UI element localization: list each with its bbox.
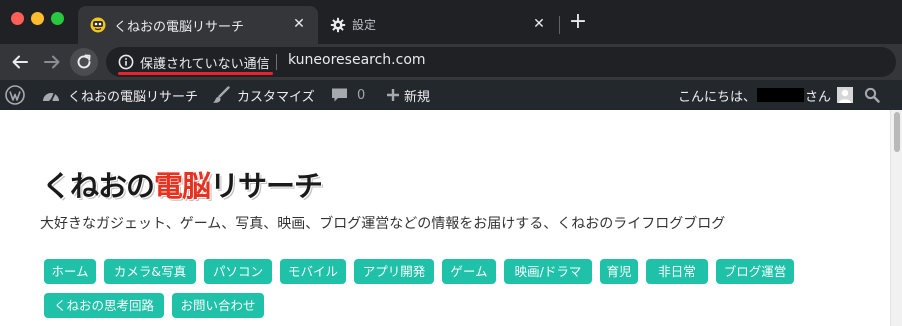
- minimize-window-button[interactable]: [31, 12, 44, 25]
- info-icon[interactable]: [118, 54, 134, 70]
- new-tab-button[interactable]: +: [567, 11, 589, 33]
- comment-icon: [332, 88, 347, 102]
- logo-text-end: リサーチ: [210, 169, 323, 203]
- forward-button[interactable]: [38, 48, 66, 76]
- back-button[interactable]: [6, 48, 34, 76]
- comments-menu[interactable]: 0: [331, 80, 365, 110]
- url-text[interactable]: kuneoresearch.com: [288, 52, 426, 68]
- nav-item-home[interactable]: ホーム: [44, 259, 96, 284]
- site-tagline: 大好きなガジェット、ゲーム、写真、映画、ブログ運営などの情報をお届けする、くねお…: [40, 216, 726, 232]
- plus-icon: [387, 89, 399, 101]
- tab-kuneo-research[interactable]: くねおの電脳リサーチ ✕: [78, 6, 318, 44]
- wordpress-logo-icon: [5, 85, 25, 105]
- customize-label: カスタマイズ: [237, 89, 315, 105]
- dashboard-icon: [43, 93, 59, 103]
- nav-item-thought-circuit[interactable]: くねおの思考回路: [44, 293, 164, 318]
- tab-title: くねおの電脳リサーチ: [114, 20, 245, 35]
- arrow-left-icon: [12, 55, 28, 69]
- customize-menu[interactable]: カスタマイズ: [212, 80, 315, 110]
- site-name-label: くねおの電脳リサーチ: [68, 89, 199, 105]
- highlight-underline: [118, 72, 273, 75]
- site-name-menu[interactable]: くねおの電脳リサーチ: [42, 80, 198, 110]
- nav-item-camera-photo[interactable]: カメラ&写真: [104, 259, 196, 284]
- nav-item-pc[interactable]: パソコン: [204, 259, 272, 284]
- avatar: [837, 87, 854, 103]
- nav-item-parenting[interactable]: 育児: [600, 259, 638, 284]
- my-account-menu[interactable]: こんにちは、 さん: [678, 80, 854, 110]
- maximize-window-button[interactable]: [51, 12, 64, 25]
- nav-item-movie-drama[interactable]: 映画/ドラマ: [504, 259, 592, 284]
- tab-settings[interactable]: 設定 ✕: [318, 6, 558, 44]
- gear-icon: [330, 17, 346, 33]
- nav-item-game[interactable]: ゲーム: [442, 259, 496, 284]
- tab-title: 設定: [352, 18, 377, 32]
- nav-item-blog-management[interactable]: ブログ運営: [716, 259, 794, 284]
- nav-item-app-dev[interactable]: アプリ開発: [354, 259, 434, 284]
- admin-search-button[interactable]: [864, 80, 880, 110]
- reload-icon: [77, 54, 91, 69]
- logo-text-accent: 電脳: [154, 169, 211, 203]
- reload-button[interactable]: [70, 48, 98, 76]
- comments-count: 0: [357, 87, 366, 103]
- tab-close-icon[interactable]: ✕: [530, 15, 548, 33]
- tab-divider: [559, 16, 560, 34]
- wordpress-menu[interactable]: [5, 80, 25, 110]
- nav-item-mobile[interactable]: モバイル: [280, 259, 346, 284]
- arrow-right-icon: [44, 55, 60, 69]
- page-scrollbar[interactable]: [890, 110, 902, 326]
- logo-text-start: くねおの: [42, 169, 155, 203]
- brush-icon: [213, 86, 230, 103]
- address-divider: [276, 54, 277, 70]
- security-status-label[interactable]: 保護されていない通信: [140, 53, 270, 72]
- search-icon: [864, 87, 880, 103]
- tab-strip: くねおの電脳リサーチ ✕ 設定 ✕ +: [0, 0, 902, 44]
- greeting-prefix: こんにちは、: [678, 89, 757, 105]
- site-logo[interactable]: くねおの電脳リサーチ: [42, 163, 323, 205]
- nav-item-contact[interactable]: お問い合わせ: [172, 293, 264, 318]
- rocket-face-favicon: [90, 17, 106, 33]
- tab-close-icon[interactable]: ✕: [290, 15, 308, 33]
- wp-admin-bar: くねおの電脳リサーチ カスタマイズ 0 新規 こんにちは、 さん: [0, 80, 902, 110]
- new-content-menu[interactable]: 新規: [386, 80, 430, 110]
- close-window-button[interactable]: [11, 12, 24, 25]
- greeting-suffix: さん: [805, 89, 832, 105]
- nav-item-extraordinary[interactable]: 非日常: [646, 259, 708, 284]
- page-content: くねおの電脳リサーチ 大好きなガジェット、ゲーム、写真、映画、ブログ運営などの情…: [0, 110, 890, 326]
- user-icon: [839, 89, 852, 103]
- redacted-username: [757, 88, 805, 102]
- new-label: 新規: [404, 89, 431, 105]
- scrollbar-thumb[interactable]: [894, 112, 900, 152]
